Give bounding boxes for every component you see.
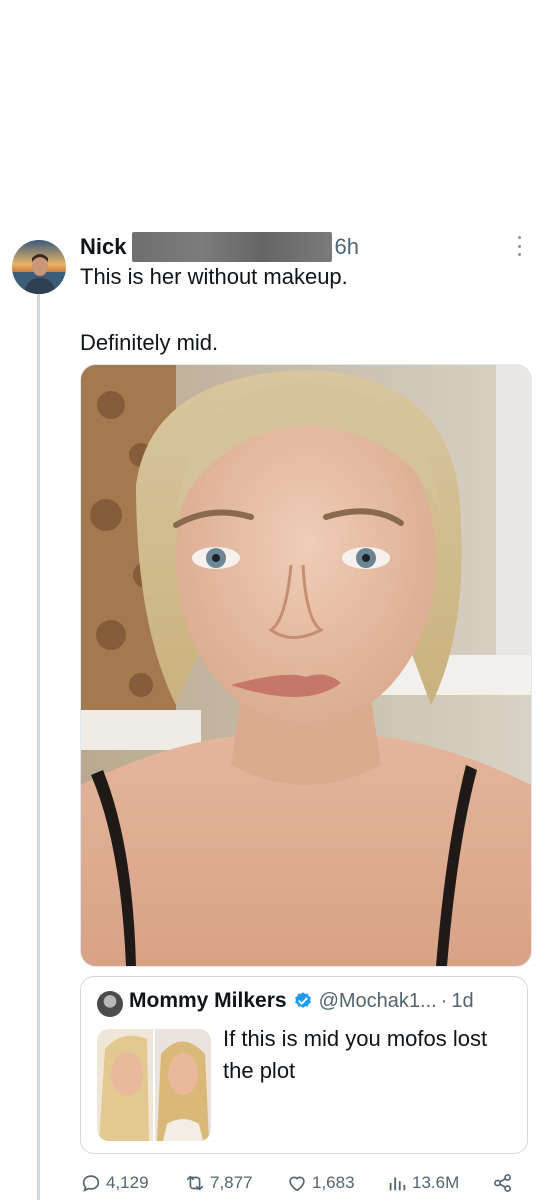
tweet-text-line-1: This is her without makeup.	[80, 264, 348, 289]
share-button[interactable]	[492, 1168, 514, 1198]
tweet-text-line-2: Definitely mid.	[80, 330, 219, 355]
quote-handle[interactable]: @Mochak1...	[319, 990, 437, 1013]
reply-icon	[82, 1175, 100, 1192]
views-count: 13.6M	[412, 1173, 460, 1192]
author-avatar[interactable]	[12, 240, 66, 294]
like-button[interactable]: 1,683	[286, 1168, 355, 1198]
verified-icon	[294, 992, 311, 1008]
repost-icon	[186, 1175, 204, 1191]
share-icon	[494, 1174, 511, 1192]
quote-separator: ·	[440, 989, 448, 1012]
like-icon	[289, 1176, 305, 1192]
reply-button[interactable]: 4,129	[80, 1168, 149, 1198]
quote-tweet[interactable]: Mommy Milkers @Mochak1... · 1d If this i…	[80, 976, 528, 1154]
views-icon	[389, 1177, 406, 1191]
repost-button[interactable]: 7,877	[184, 1168, 253, 1198]
thread-line	[37, 293, 40, 1200]
views-button[interactable]: 13.6M	[386, 1168, 459, 1198]
action-bar: 4,129 7,877 1,683 13.6M	[80, 1168, 520, 1198]
author-name[interactable]: Nick	[80, 234, 126, 260]
more-icon[interactable]	[514, 236, 524, 256]
reply-count: 4,129	[106, 1173, 149, 1192]
redacted-handle	[132, 232, 333, 262]
quote-text: If this is mid you mofos lost the plot	[223, 1026, 488, 1083]
repost-count: 7,877	[210, 1173, 253, 1192]
quote-avatar[interactable]	[97, 991, 123, 1017]
tweet-text: This is her without makeup. Definitely m…	[80, 262, 520, 358]
tweet-thread: Nick 6h This is her without makeup. Defi…	[0, 0, 548, 1200]
like-count: 1,683	[312, 1173, 355, 1192]
tweet-time[interactable]: 6h	[334, 234, 358, 260]
quote-thumbnail[interactable]	[97, 1029, 211, 1141]
quote-header: Mommy Milkers @Mochak1... · 1d	[129, 989, 474, 1013]
tweet-header: Nick 6h	[80, 230, 359, 264]
quote-author-name[interactable]: Mommy Milkers	[129, 989, 287, 1013]
quote-time[interactable]: 1d	[451, 990, 473, 1013]
tweet-photo[interactable]	[80, 364, 532, 967]
